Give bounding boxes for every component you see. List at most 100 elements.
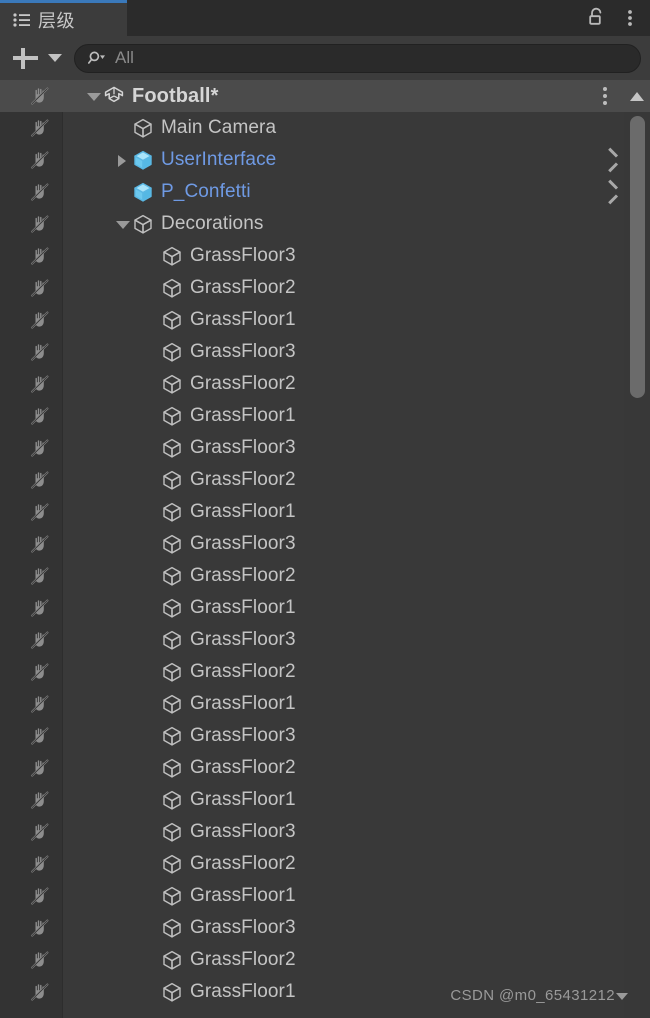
hierarchy-row-body: GrassFloor1 xyxy=(63,688,650,720)
gameobject-cube-icon xyxy=(161,341,183,363)
hierarchy-row-body: GrassFloor2 xyxy=(63,656,650,688)
hierarchy-row[interactable]: GrassFloor1 xyxy=(0,496,650,528)
search-dropdown-icon[interactable] xyxy=(87,50,108,66)
pick-toggle[interactable] xyxy=(0,560,63,592)
scroll-up-arrow-icon[interactable] xyxy=(624,80,650,112)
hierarchy-row[interactable]: GrassFloor1 xyxy=(0,304,650,336)
pick-toggle[interactable] xyxy=(0,400,63,432)
pick-toggle[interactable] xyxy=(0,848,63,880)
pick-toggle[interactable] xyxy=(0,432,63,464)
pick-toggle[interactable] xyxy=(0,944,63,976)
hierarchy-row[interactable]: Football* xyxy=(0,80,650,112)
hierarchy-row-label: GrassFloor2 xyxy=(190,757,296,778)
expand-triangle-down-icon[interactable] xyxy=(114,208,132,240)
scene-kebab-menu-icon[interactable] xyxy=(594,80,616,112)
hierarchy-row[interactable]: GrassFloor2 xyxy=(0,752,650,784)
expand-spacer xyxy=(143,880,161,912)
hierarchy-row-body: GrassFloor3 xyxy=(63,816,650,848)
hierarchy-row[interactable]: Main Camera xyxy=(0,112,650,144)
kebab-menu-icon[interactable] xyxy=(620,7,640,29)
hierarchy-row[interactable]: GrassFloor1 xyxy=(0,880,650,912)
hierarchy-row[interactable]: GrassFloor3 xyxy=(0,816,650,848)
hierarchy-row-body: GrassFloor3 xyxy=(63,528,650,560)
hierarchy-row[interactable]: GrassFloor2 xyxy=(0,464,650,496)
pick-toggle[interactable] xyxy=(0,592,63,624)
hierarchy-row[interactable]: P_Confetti xyxy=(0,176,650,208)
hierarchy-row-label: Decorations xyxy=(161,213,264,234)
open-prefab-chevron-right-icon[interactable] xyxy=(600,144,624,176)
hierarchy-row[interactable]: Decorations xyxy=(0,208,650,240)
pick-toggle[interactable] xyxy=(0,528,63,560)
add-dropdown-caret-icon[interactable] xyxy=(48,54,62,62)
pick-toggle[interactable] xyxy=(0,336,63,368)
gameobject-cube-icon xyxy=(161,661,183,683)
expand-spacer xyxy=(143,944,161,976)
gameobject-cube-icon xyxy=(161,821,183,843)
hierarchy-row[interactable]: GrassFloor3 xyxy=(0,912,650,944)
pick-toggle[interactable] xyxy=(0,688,63,720)
open-prefab-chevron-right-icon[interactable] xyxy=(600,176,624,208)
pick-toggle[interactable] xyxy=(0,144,63,176)
pick-toggle[interactable] xyxy=(0,912,63,944)
hierarchy-row-body: GrassFloor3 xyxy=(63,912,650,944)
hierarchy-row[interactable]: GrassFloor1 xyxy=(0,400,650,432)
hierarchy-toolbar xyxy=(0,36,650,80)
hierarchy-row[interactable]: GrassFloor2 xyxy=(0,560,650,592)
hierarchy-row[interactable]: GrassFloor3 xyxy=(0,720,650,752)
pick-toggle[interactable] xyxy=(0,112,63,144)
hierarchy-row[interactable]: GrassFloor2 xyxy=(0,944,650,976)
search-field[interactable] xyxy=(74,43,641,73)
hierarchy-row[interactable]: GrassFloor2 xyxy=(0,272,650,304)
pick-toggle[interactable] xyxy=(0,464,63,496)
pick-toggle[interactable] xyxy=(0,720,63,752)
hierarchy-row-body: P_Confetti xyxy=(63,176,650,208)
expand-spacer xyxy=(143,816,161,848)
gameobject-cube-icon xyxy=(161,501,183,523)
search-input[interactable] xyxy=(115,44,640,72)
hierarchy-row[interactable]: GrassFloor3 xyxy=(0,240,650,272)
pick-toggle[interactable] xyxy=(0,208,63,240)
gameobject-cube-icon xyxy=(161,469,183,491)
hierarchy-row[interactable]: GrassFloor2 xyxy=(0,368,650,400)
unlock-icon[interactable] xyxy=(586,7,606,29)
hierarchy-row[interactable]: GrassFloor3 xyxy=(0,624,650,656)
hierarchy-row[interactable]: GrassFloor1 xyxy=(0,784,650,816)
pick-toggle[interactable] xyxy=(0,656,63,688)
hierarchy-row[interactable]: GrassFloor3 xyxy=(0,336,650,368)
expand-triangle-down-icon[interactable] xyxy=(85,80,103,112)
pick-toggle[interactable] xyxy=(0,80,63,112)
gameobject-cube-icon xyxy=(161,629,183,651)
hierarchy-row[interactable]: GrassFloor3 xyxy=(0,432,650,464)
hierarchy-row[interactable]: GrassFloor2 xyxy=(0,656,650,688)
hierarchy-row[interactable]: UserInterface xyxy=(0,144,650,176)
hierarchy-row[interactable]: GrassFloor3 xyxy=(0,528,650,560)
vertical-scrollbar[interactable] xyxy=(624,80,650,1018)
hierarchy-row-body: GrassFloor2 xyxy=(63,368,650,400)
pick-toggle[interactable] xyxy=(0,976,63,1008)
pick-toggle[interactable] xyxy=(0,816,63,848)
expand-spacer xyxy=(143,784,161,816)
hierarchy-row[interactable]: GrassFloor1 xyxy=(0,976,650,1008)
pick-toggle[interactable] xyxy=(0,368,63,400)
add-gameobject-button[interactable] xyxy=(10,43,40,73)
pick-disabled-icon xyxy=(29,981,51,1003)
pick-toggle[interactable] xyxy=(0,784,63,816)
hierarchy-row[interactable]: GrassFloor1 xyxy=(0,688,650,720)
pick-toggle[interactable] xyxy=(0,624,63,656)
hierarchy-row[interactable]: GrassFloor1 xyxy=(0,592,650,624)
pick-toggle[interactable] xyxy=(0,240,63,272)
pick-toggle[interactable] xyxy=(0,304,63,336)
scrollbar-track[interactable] xyxy=(624,112,650,1018)
scrollbar-thumb[interactable] xyxy=(630,116,645,398)
pick-disabled-icon xyxy=(29,277,51,299)
hierarchy-row[interactable]: GrassFloor2 xyxy=(0,848,650,880)
expand-spacer xyxy=(143,240,161,272)
pick-toggle[interactable] xyxy=(0,176,63,208)
pick-toggle[interactable] xyxy=(0,752,63,784)
pick-toggle[interactable] xyxy=(0,880,63,912)
pick-toggle[interactable] xyxy=(0,496,63,528)
expand-triangle-right-icon[interactable] xyxy=(114,144,132,176)
pick-disabled-icon xyxy=(29,565,51,587)
tab-hierarchy[interactable]: 层级 xyxy=(0,0,127,36)
pick-toggle[interactable] xyxy=(0,272,63,304)
